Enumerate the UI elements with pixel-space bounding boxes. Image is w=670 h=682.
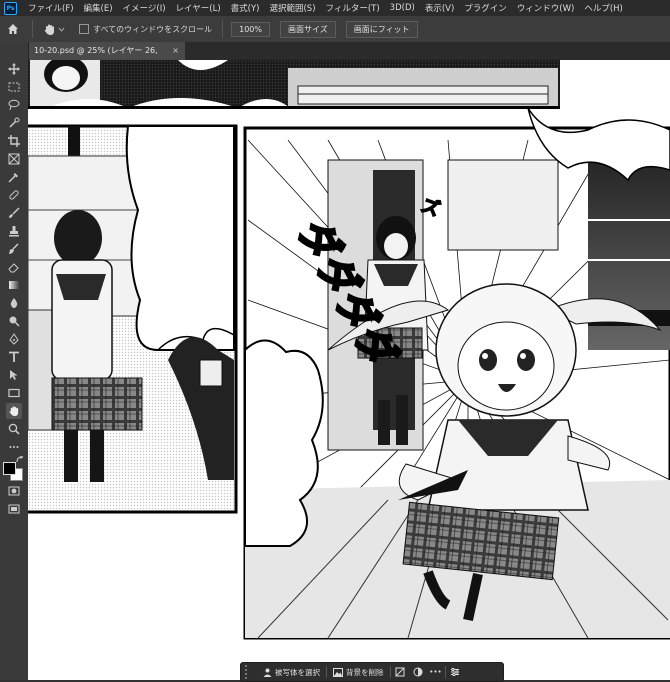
tool-preset-picker[interactable] — [43, 23, 65, 36]
close-icon[interactable]: × — [172, 42, 179, 60]
taskbar-settings-button[interactable] — [446, 667, 464, 677]
adjustment-circle-icon — [413, 667, 422, 677]
document-tab-bar: 10-20.psd @ 25% (レイヤー 26, RGB/8#) × — [28, 42, 670, 73]
menu-bar: Ps ファイル(F) 編集(E) イメージ(I) レイヤー(L) 書式(Y) 選… — [0, 0, 670, 16]
eyedropper-tool-icon[interactable] — [7, 170, 21, 184]
options-separator — [222, 20, 224, 38]
path-selection-tool-icon[interactable] — [7, 368, 21, 382]
menu-layer[interactable]: レイヤー(L) — [171, 2, 226, 14]
home-button[interactable] — [0, 16, 26, 42]
menu-file[interactable]: ファイル(F) — [23, 2, 79, 14]
lasso-tool-icon[interactable] — [7, 98, 21, 112]
person-icon — [263, 668, 272, 677]
crop-tool-icon[interactable] — [7, 134, 21, 148]
adjustment-button[interactable] — [409, 667, 427, 677]
image-icon — [333, 667, 343, 677]
color-swatches[interactable] — [3, 456, 25, 481]
screen-mode-icon[interactable] — [7, 502, 21, 516]
eraser-tool-icon[interactable] — [7, 260, 21, 274]
rectangle-tool-icon[interactable] — [7, 386, 21, 400]
options-separator — [32, 20, 33, 38]
remove-background-button[interactable]: 背景を削除 — [327, 667, 390, 678]
clone-stamp-tool-icon[interactable] — [7, 224, 21, 238]
fill-screen-button[interactable]: 画面にフィット — [345, 20, 418, 38]
frame-tool-icon[interactable] — [7, 152, 21, 166]
quick-selection-tool-icon[interactable] — [7, 116, 21, 130]
menu-plugins[interactable]: プラグイン — [459, 2, 512, 14]
fit-screen-button[interactable]: 画面サイズ — [280, 20, 336, 38]
swap-colors-icon[interactable] — [16, 456, 24, 464]
manga-page-artwork: ダダダダ ズ — [28, 60, 670, 640]
brush-tool-icon[interactable] — [7, 206, 21, 220]
zoom-100-button[interactable]: 100% — [231, 21, 270, 37]
menu-window[interactable]: ウィンドウ(W) — [512, 2, 580, 14]
photoshop-logo-icon[interactable]: Ps — [4, 1, 17, 15]
move-tool-icon[interactable] — [7, 62, 21, 76]
menu-view[interactable]: 表示(V) — [420, 2, 459, 14]
drag-handle[interactable] — [245, 665, 253, 679]
type-tool-icon[interactable] — [7, 350, 21, 364]
quick-mask-icon[interactable] — [7, 484, 21, 498]
transform-icon — [395, 667, 404, 677]
history-brush-tool-icon[interactable] — [7, 242, 21, 256]
pen-tool-icon[interactable] — [7, 332, 21, 346]
menu-help[interactable]: ヘルプ(H) — [579, 2, 628, 14]
more-tools-icon[interactable] — [7, 440, 21, 454]
dodge-tool-icon[interactable] — [7, 314, 21, 328]
menu-filter[interactable]: フィルター(T) — [321, 2, 385, 14]
menu-edit[interactable]: 編集(E) — [79, 2, 118, 14]
select-subject-button[interactable]: 被写体を選択 — [257, 667, 326, 678]
marquee-tool-icon[interactable] — [7, 80, 21, 94]
document-canvas[interactable]: ダダダダ ズ — [28, 60, 670, 680]
document-tab[interactable]: 10-20.psd @ 25% (レイヤー 26, RGB/8#) × — [28, 42, 185, 73]
zoom-tool-icon[interactable] — [7, 422, 21, 436]
sliders-icon — [450, 667, 459, 677]
healing-brush-tool-icon[interactable] — [7, 188, 21, 202]
select-subject-label: 被写体を選択 — [275, 667, 320, 677]
options-bar: すべてのウィンドウをスクロール 100% 画面サイズ 画面にフィット — [0, 16, 670, 43]
contextual-task-bar: 被写体を選択 背景を削除 ••• — [240, 662, 504, 682]
home-icon — [8, 24, 18, 34]
more-options-button[interactable]: ••• — [427, 668, 445, 676]
blur-tool-icon[interactable] — [7, 296, 21, 310]
menu-3d[interactable]: 3D(D) — [385, 3, 420, 13]
transform-button[interactable] — [391, 667, 409, 677]
scroll-all-windows-label: すべてのウィンドウをスクロール — [93, 24, 213, 34]
scroll-all-windows-checkbox[interactable] — [79, 24, 89, 34]
hand-icon — [44, 24, 54, 35]
tools-panel — [0, 42, 29, 680]
gradient-tool-icon[interactable] — [7, 278, 21, 292]
menu-image[interactable]: イメージ(I) — [118, 2, 171, 14]
chevron-down-icon — [58, 27, 65, 32]
foreground-color-swatch[interactable] — [3, 462, 16, 475]
menu-type[interactable]: 書式(Y) — [226, 2, 265, 14]
hand-tool-icon[interactable] — [6, 403, 22, 419]
menu-select[interactable]: 選択範囲(S) — [264, 2, 320, 14]
remove-background-label: 背景を削除 — [346, 667, 384, 677]
